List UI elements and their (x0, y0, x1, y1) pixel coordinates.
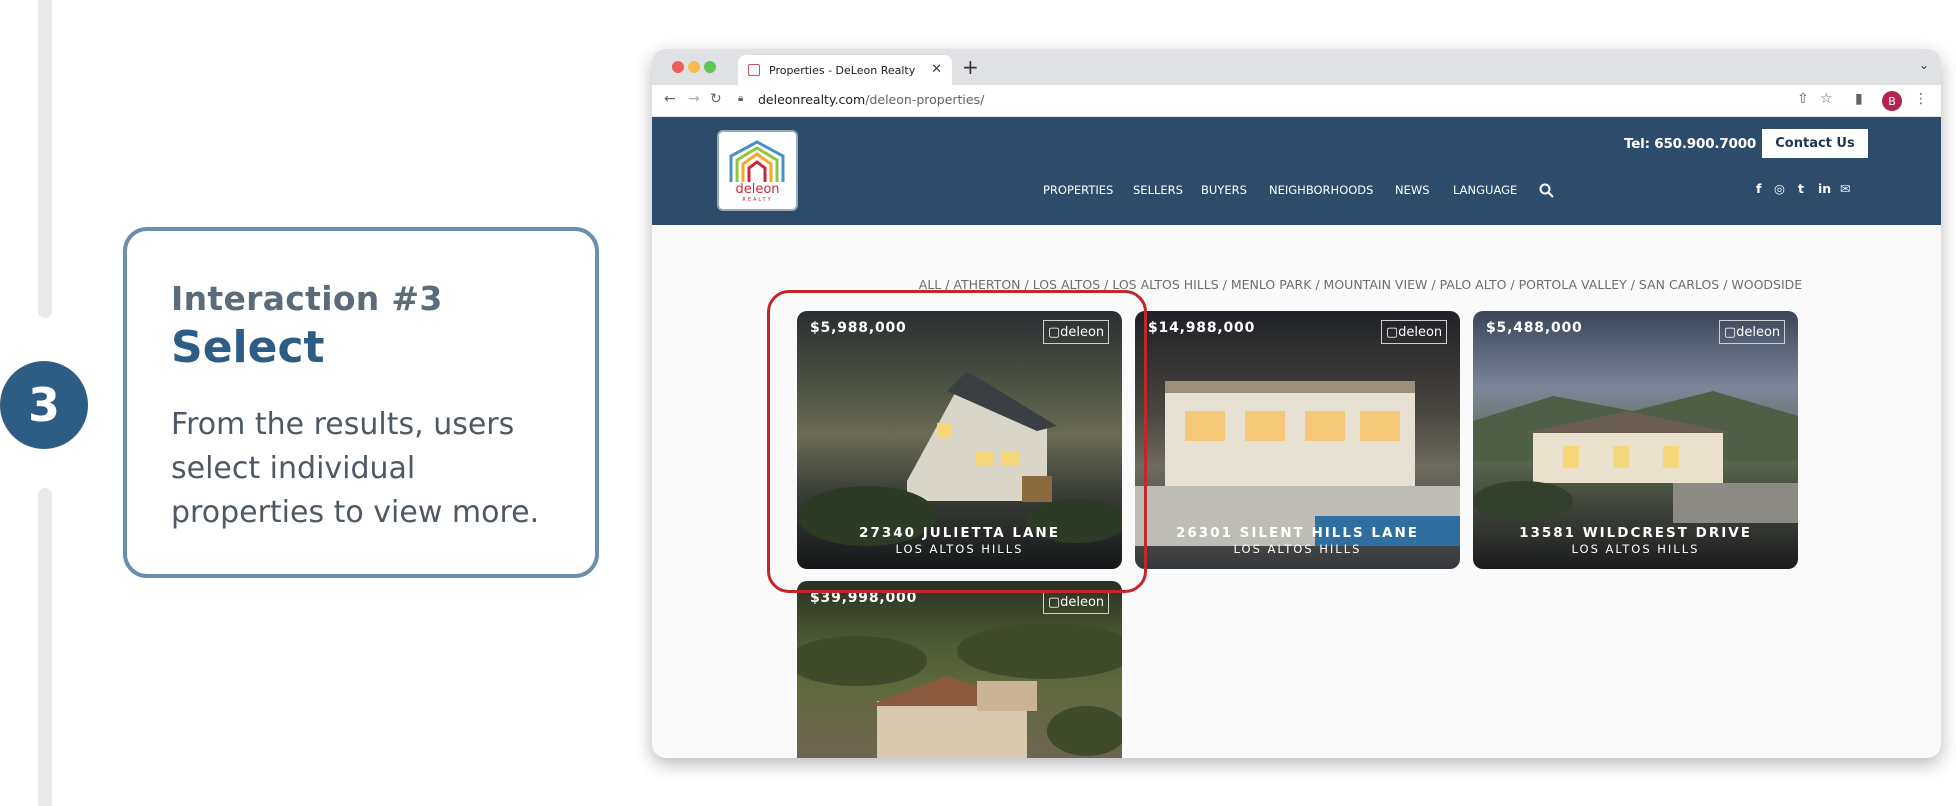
listing-city: LOS ALTOS HILLS (1571, 542, 1700, 556)
interaction-card: Interaction #3 Select From the results, … (123, 227, 599, 578)
favicon-icon (748, 64, 760, 76)
nav-language[interactable]: LANGUAGE (1453, 183, 1517, 197)
close-tab-icon[interactable]: ✕ (931, 62, 942, 77)
close-window-icon[interactable] (672, 61, 684, 73)
back-icon[interactable]: ← (664, 91, 676, 107)
lock-icon: 🔒︎ (738, 93, 744, 104)
listing-card[interactable]: $14,988,000 ▢deleon 26301 SILENT HILLS L… (1135, 311, 1460, 569)
tab-title: Properties - DeLeon Realty (769, 63, 916, 77)
url-domain: deleonrealty.com (758, 92, 866, 107)
house-logo-icon (729, 140, 785, 182)
reload-icon[interactable]: ↻ (710, 91, 722, 107)
listing-city: LOS ALTOS HILLS (1233, 542, 1362, 556)
url-path: /deleon-properties/ (865, 92, 985, 107)
forward-icon[interactable]: → (688, 91, 700, 107)
twitter-icon[interactable]: t (1798, 181, 1804, 196)
contact-us-button[interactable]: Contact Us (1762, 129, 1868, 158)
deleon-badge: ▢deleon (1043, 590, 1109, 614)
browser-tab[interactable]: Properties - DeLeon Realty ✕ (738, 55, 952, 85)
nav-buyers[interactable]: BUYERS (1201, 183, 1247, 197)
nav-sellers[interactable]: SELLERS (1133, 183, 1183, 197)
main-nav: PROPERTIES SELLERS BUYERS NEIGHBORHOODS … (652, 183, 1941, 199)
sidepanel-icon[interactable]: ▮ (1855, 91, 1863, 107)
nav-neighborhoods[interactable]: NEIGHBORHOODS (1269, 183, 1373, 197)
address-toolbar: ← → ↻ 🔒︎ deleonrealty.com/deleon-propert… (652, 85, 1941, 117)
menu-icon[interactable]: ⋮ (1914, 91, 1928, 107)
deleon-badge: ▢deleon (1719, 320, 1785, 344)
listing-card[interactable]: $5,488,000 ▢deleon 13581 WILDCREST DRIVE… (1473, 311, 1798, 569)
instagram-icon[interactable]: ◎ (1774, 181, 1785, 196)
tab-search-icon[interactable]: ⌄ (1919, 58, 1929, 72)
nav-news[interactable]: NEWS (1395, 183, 1430, 197)
minimize-window-icon[interactable] (688, 61, 700, 73)
listing-price: $5,488,000 (1486, 320, 1583, 336)
step-number-badge: 3 (0, 361, 88, 449)
selected-listing-highlight (767, 290, 1147, 593)
share-icon[interactable]: ⇧ (1797, 91, 1809, 107)
linkedin-icon[interactable]: in (1818, 181, 1831, 196)
listing-address: 13581 WILDCREST DRIVE (1519, 525, 1752, 541)
search-icon[interactable] (1539, 183, 1554, 198)
new-tab-button[interactable]: + (962, 55, 979, 79)
maximize-window-icon[interactable] (704, 61, 716, 73)
deleon-badge: ▢deleon (1381, 320, 1447, 344)
nav-properties[interactable]: PROPERTIES (1043, 183, 1113, 197)
facebook-icon[interactable]: f (1756, 181, 1761, 196)
timeline-line-top (38, 0, 52, 318)
interaction-title: Select (171, 322, 325, 373)
phone-number[interactable]: Tel: 650.900.7000 (1624, 136, 1756, 152)
listing-card[interactable]: $39,998,000 ▢deleon (797, 581, 1122, 758)
site-header: deleon REALTY Tel: 650.900.7000 Contact … (652, 117, 1941, 225)
url-bar[interactable]: deleonrealty.com/deleon-properties/ (758, 92, 984, 107)
interaction-description: From the results, users select individua… (171, 407, 540, 530)
timeline-line-bottom (38, 488, 52, 806)
interaction-kicker: Interaction #3 (171, 279, 443, 318)
wechat-icon[interactable]: ✉ (1840, 181, 1850, 196)
profile-avatar[interactable]: B (1882, 91, 1902, 111)
listing-price: $14,988,000 (1148, 320, 1256, 336)
listing-address: 26301 SILENT HILLS LANE (1176, 525, 1419, 541)
star-icon[interactable]: ☆ (1820, 91, 1833, 107)
tab-strip: Properties - DeLeon Realty ✕ + ⌄ (652, 49, 1941, 85)
